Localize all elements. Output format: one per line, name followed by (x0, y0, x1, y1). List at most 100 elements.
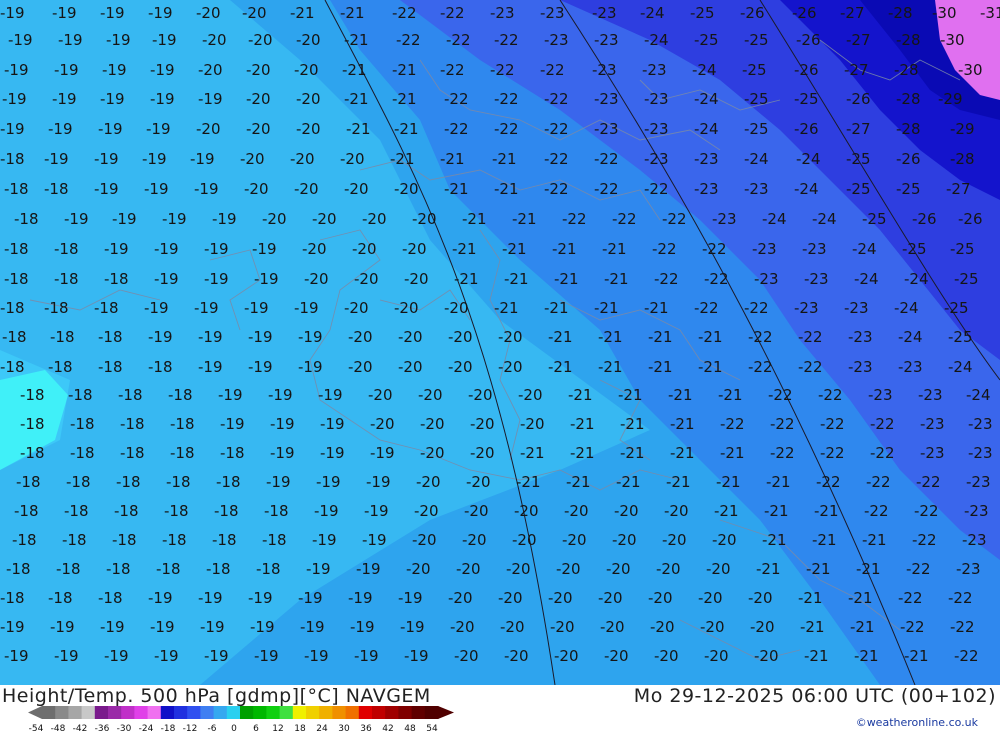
temp-label: -18 (264, 502, 289, 520)
temp-label: -18 (48, 589, 73, 607)
temp-label: -22 (954, 647, 979, 665)
temp-label: -24 (948, 358, 973, 376)
temp-label: -21 (570, 415, 595, 433)
temp-label: -18 (54, 240, 79, 258)
temp-label: -20 (248, 31, 273, 49)
temp-label: -21 (602, 240, 627, 258)
temp-label: -21 (290, 4, 315, 22)
temp-label: -19 (104, 647, 129, 665)
scale-swatch (81, 706, 96, 719)
scale-swatch (279, 706, 294, 719)
scale-swatch (55, 706, 69, 719)
temp-label: -18 (164, 502, 189, 520)
temp-label: -20 (704, 647, 729, 665)
temp-label: -28 (896, 31, 921, 49)
scale-swatch (424, 706, 439, 719)
temp-label: -21 (856, 560, 881, 578)
temp-label: -21 (516, 473, 541, 491)
temp-label: -19 (198, 358, 223, 376)
temp-label: -25 (794, 90, 819, 108)
temp-label: -21 (346, 120, 371, 138)
scale-tick-label: -12 (183, 724, 198, 733)
scale-tick-label: -30 (117, 724, 132, 733)
temp-label: -19 (250, 618, 275, 636)
temp-label: -18 (170, 444, 195, 462)
temp-label: -21 (520, 444, 545, 462)
temp-label: -22 (798, 358, 823, 376)
temp-label: -20 (394, 180, 419, 198)
temp-label: -21 (798, 589, 823, 607)
temp-label: -26 (792, 4, 817, 22)
temp-label: -20 (352, 240, 377, 258)
temp-label: -19 (300, 618, 325, 636)
temp-label: -20 (418, 386, 443, 404)
temp-label: -22 (864, 502, 889, 520)
temp-label: -21 (568, 386, 593, 404)
temp-label: -21 (720, 444, 745, 462)
temp-label: -18 (20, 444, 45, 462)
temp-label: -21 (620, 444, 645, 462)
temp-label: -20 (498, 589, 523, 607)
temp-label: -22 (914, 502, 939, 520)
temp-label: -21 (850, 618, 875, 636)
temp-label: -20 (348, 328, 373, 346)
temp-label: -22 (540, 61, 565, 79)
temp-label: -22 (768, 386, 793, 404)
temp-label: -21 (390, 150, 415, 168)
temp-label: -21 (670, 415, 695, 433)
temp-label: -19 (100, 4, 125, 22)
temp-label: -21 (544, 299, 569, 317)
temp-label: -19 (194, 299, 219, 317)
temp-label: -25 (950, 240, 975, 258)
temp-label: -22 (916, 473, 941, 491)
temp-label: -22 (748, 358, 773, 376)
temp-label: -22 (744, 299, 769, 317)
temp-label: -22 (494, 90, 519, 108)
temp-label: -18 (14, 210, 39, 228)
temp-label: -27 (844, 61, 869, 79)
temp-label: -22 (820, 444, 845, 462)
temp-label: -19 (104, 240, 129, 258)
temp-label: -20 (414, 502, 439, 520)
temp-label: -19 (200, 618, 225, 636)
temp-label: -20 (506, 560, 531, 578)
temp-label: -25 (690, 4, 715, 22)
temp-label: -19 (298, 589, 323, 607)
temp-label: -19 (148, 4, 173, 22)
temp-label: -19 (270, 415, 295, 433)
temp-label: -21 (598, 328, 623, 346)
temp-label: -18 (106, 560, 131, 578)
temp-label: -18 (14, 502, 39, 520)
temp-label: -29 (938, 90, 963, 108)
temp-label: -21 (344, 31, 369, 49)
temp-label: -19 (8, 31, 33, 49)
temp-label: -20 (700, 618, 725, 636)
temp-label: -20 (296, 90, 321, 108)
temp-label: -20 (448, 328, 473, 346)
temp-label: -20 (500, 618, 525, 636)
scale-swatch (253, 706, 267, 719)
temp-label: -22 (702, 240, 727, 258)
scale-tick-label: -24 (139, 724, 154, 733)
temp-label: -25 (896, 180, 921, 198)
temp-label: -20 (448, 589, 473, 607)
temp-label: -21 (806, 560, 831, 578)
temp-label: -19 (94, 180, 119, 198)
temp-label: -22 (396, 31, 421, 49)
temp-label: -22 (770, 415, 795, 433)
temp-label: -23 (544, 31, 569, 49)
temp-label: -19 (100, 618, 125, 636)
temp-label: -22 (392, 4, 417, 22)
temp-label: -18 (120, 415, 145, 433)
temp-label: -23 (744, 180, 769, 198)
temp-label: -19 (366, 473, 391, 491)
temp-label: -19 (370, 444, 395, 462)
credit-link[interactable]: ©weatheronline.co.uk (856, 716, 978, 729)
temp-label: -20 (556, 560, 581, 578)
temp-label: -20 (198, 61, 223, 79)
temp-label: -23 (868, 386, 893, 404)
temp-label: -23 (898, 358, 923, 376)
temp-label: -19 (44, 150, 69, 168)
temp-label: -18 (166, 473, 191, 491)
temp-label: -23 (594, 31, 619, 49)
